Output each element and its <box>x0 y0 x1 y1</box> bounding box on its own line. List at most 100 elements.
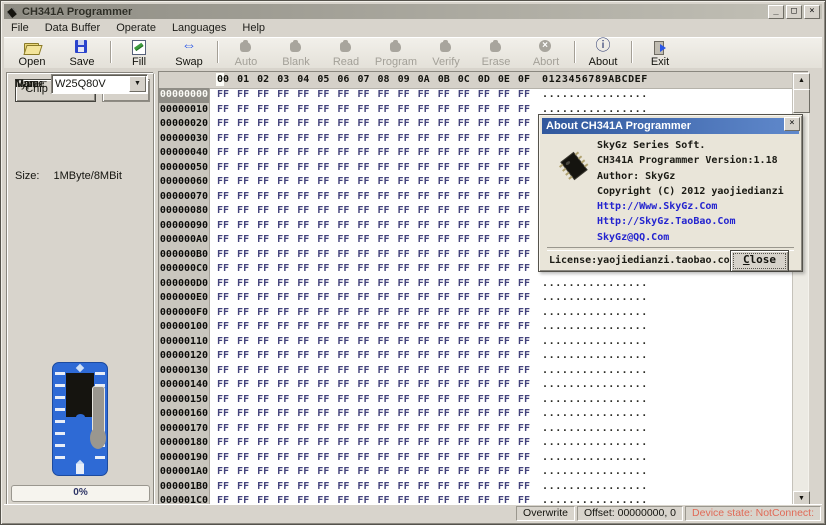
row-bytes[interactable]: FF FF FF FF FF FF FF FF FF FF FF FF FF F… <box>217 306 530 321</box>
row-bytes[interactable]: FF FF FF FF FF FF FF FF FF FF FF FF FF F… <box>217 407 530 422</box>
row-bytes[interactable]: FF FF FF FF FF FF FF FF FF FF FF FF FF F… <box>217 422 530 437</box>
chevron-down-icon[interactable]: ▼ <box>129 76 146 92</box>
hex-row[interactable]: 00000130 FF FF FF FF FF FF FF FF FF FF F… <box>159 364 792 379</box>
row-ascii[interactable]: ................ <box>542 407 648 422</box>
row-bytes[interactable]: FF FF FF FF FF FF FF FF FF FF FF FF FF F… <box>217 436 530 451</box>
row-address: 00000090 <box>159 219 209 234</box>
row-bytes[interactable]: FF FF FF FF FF FF FF FF FF FF FF FF FF F… <box>217 132 530 147</box>
toolbar-button-label: Read <box>333 56 359 68</box>
row-ascii[interactable]: ................ <box>542 480 648 495</box>
menu-item[interactable]: Data Buffer <box>37 21 108 35</box>
menu-item[interactable]: Languages <box>164 21 234 35</box>
row-ascii[interactable]: ................ <box>542 291 648 306</box>
toolbar-button[interactable]: Open <box>7 38 57 68</box>
title-bar[interactable]: CH341A Programmer _ □ × <box>4 4 822 19</box>
row-bytes[interactable]: FF FF FF FF FF FF FF FF FF FF FF FF FF F… <box>217 335 530 350</box>
hex-row[interactable]: 00000190 FF FF FF FF FF FF FF FF FF FF F… <box>159 451 792 466</box>
toolbar-button[interactable]: Abort <box>521 38 571 68</box>
row-address: 00000010 <box>159 103 209 118</box>
toolbar-button[interactable]: Fill <box>114 38 164 68</box>
hex-row[interactable]: 000000E0 FF FF FF FF FF FF FF FF FF FF F… <box>159 291 792 306</box>
toolbar-button[interactable]: Read <box>321 38 371 68</box>
row-bytes[interactable]: FF FF FF FF FF FF FF FF FF FF FF FF FF F… <box>217 291 530 306</box>
row-ascii[interactable]: ................ <box>542 393 648 408</box>
row-bytes[interactable]: FF FF FF FF FF FF FF FF FF FF FF FF FF F… <box>217 161 530 176</box>
dialog-close-button[interactable]: Close <box>730 250 789 272</box>
row-bytes[interactable]: FF FF FF FF FF FF FF FF FF FF FF FF FF F… <box>217 393 530 408</box>
toolbar-button[interactable]: ⇔ Swap <box>164 38 214 68</box>
hex-row[interactable]: 00000120 FF FF FF FF FF FF FF FF FF FF F… <box>159 349 792 364</box>
toolbar-button[interactable]: Erase <box>471 38 521 68</box>
row-ascii[interactable]: ................ <box>542 349 648 364</box>
row-bytes[interactable]: FF FF FF FF FF FF FF FF FF FF FF FF FF F… <box>217 465 530 480</box>
hex-row[interactable]: 000001A0 FF FF FF FF FF FF FF FF FF FF F… <box>159 465 792 480</box>
row-bytes[interactable]: FF FF FF FF FF FF FF FF FF FF FF FF FF F… <box>217 320 530 335</box>
row-bytes[interactable]: FF FF FF FF FF FF FF FF FF FF FF FF FF F… <box>217 204 530 219</box>
toolbar-button[interactable]: Blank <box>271 38 321 68</box>
row-ascii[interactable]: ................ <box>542 88 648 103</box>
row-bytes[interactable]: FF FF FF FF FF FF FF FF FF FF FF FF FF F… <box>217 88 530 103</box>
close-button[interactable]: × <box>804 5 820 19</box>
hex-row[interactable]: 000001B0 FF FF FF FF FF FF FF FF FF FF F… <box>159 480 792 495</box>
dialog-close-icon[interactable]: × <box>784 117 800 131</box>
row-ascii[interactable]: ................ <box>542 436 648 451</box>
toolbar-button[interactable]: ⓘ About <box>578 38 628 68</box>
scrollbar-thumb[interactable] <box>793 89 810 113</box>
row-bytes[interactable]: FF FF FF FF FF FF FF FF FF FF FF FF FF F… <box>217 117 530 132</box>
row-bytes[interactable]: FF FF FF FF FF FF FF FF FF FF FF FF FF F… <box>217 378 530 393</box>
row-ascii[interactable]: ................ <box>542 465 648 480</box>
row-bytes[interactable]: FF FF FF FF FF FF FF FF FF FF FF FF FF F… <box>217 451 530 466</box>
hex-row[interactable]: 00000180 FF FF FF FF FF FF FF FF FF FF F… <box>159 436 792 451</box>
row-bytes[interactable]: FF FF FF FF FF FF FF FF FF FF FF FF FF F… <box>217 146 530 161</box>
hex-row[interactable]: 000000D0 FF FF FF FF FF FF FF FF FF FF F… <box>159 277 792 292</box>
hex-row[interactable]: 00000170 FF FF FF FF FF FF FF FF FF FF F… <box>159 422 792 437</box>
blob-icon <box>387 39 405 55</box>
combo-box[interactable]: W25Q80V ▼ <box>51 74 148 94</box>
row-ascii[interactable]: ................ <box>542 277 648 292</box>
row-ascii[interactable]: ................ <box>542 451 648 466</box>
window-title: CH341A Programmer <box>22 6 132 18</box>
row-bytes[interactable]: FF FF FF FF FF FF FF FF FF FF FF FF FF F… <box>217 190 530 205</box>
row-bytes[interactable]: FF FF FF FF FF FF FF FF FF FF FF FF FF F… <box>217 233 530 248</box>
toolbar-button[interactable]: Auto <box>221 38 271 68</box>
row-bytes[interactable]: FF FF FF FF FF FF FF FF FF FF FF FF FF F… <box>217 480 530 495</box>
toolbar-button[interactable]: Program <box>371 38 421 68</box>
toolbar-button-label: Save <box>69 56 94 68</box>
minimize-button[interactable]: _ <box>768 5 784 19</box>
scroll-up-icon[interactable]: ▲ <box>793 73 810 90</box>
hex-row[interactable]: 00000100 FF FF FF FF FF FF FF FF FF FF F… <box>159 320 792 335</box>
row-bytes[interactable]: FF FF FF FF FF FF FF FF FF FF FF FF FF F… <box>217 364 530 379</box>
row-ascii[interactable]: ................ <box>542 320 648 335</box>
row-bytes[interactable]: FF FF FF FF FF FF FF FF FF FF FF FF FF F… <box>217 175 530 190</box>
menu-item[interactable]: Help <box>234 21 273 35</box>
hex-row[interactable]: 00000150 FF FF FF FF FF FF FF FF FF FF F… <box>159 393 792 408</box>
maximize-button[interactable]: □ <box>786 5 802 19</box>
row-bytes[interactable]: FF FF FF FF FF FF FF FF FF FF FF FF FF F… <box>217 103 530 118</box>
row-bytes[interactable]: FF FF FF FF FF FF FF FF FF FF FF FF FF F… <box>217 277 530 292</box>
hex-row[interactable]: 00000140 FF FF FF FF FF FF FF FF FF FF F… <box>159 378 792 393</box>
row-ascii[interactable]: ................ <box>542 378 648 393</box>
toolbar-button <box>571 38 578 68</box>
dialog-title-bar[interactable]: About CH341A Programmer <box>542 118 799 134</box>
row-bytes[interactable]: FF FF FF FF FF FF FF FF FF FF FF FF FF F… <box>217 219 530 234</box>
toolbar-button[interactable]: Save <box>57 38 107 68</box>
row-bytes[interactable]: FF FF FF FF FF FF FF FF FF FF FF FF FF F… <box>217 248 530 263</box>
hex-row[interactable]: 000000F0 FF FF FF FF FF FF FF FF FF FF F… <box>159 306 792 321</box>
toolbar-button[interactable]: Exit <box>635 38 685 68</box>
hex-row[interactable]: 00000160 FF FF FF FF FF FF FF FF FF FF F… <box>159 407 792 422</box>
hex-row[interactable]: 00000110 FF FF FF FF FF FF FF FF FF FF F… <box>159 335 792 350</box>
size-label: Size: <box>15 170 39 182</box>
menu-item[interactable]: Operate <box>108 21 164 35</box>
menu-item[interactable]: File <box>4 21 37 35</box>
chip-panel: Chip Search Detect Type: 25 SPI FLASH ▼ … <box>7 73 154 506</box>
row-bytes[interactable]: FF FF FF FF FF FF FF FF FF FF FF FF FF F… <box>217 349 530 364</box>
row-ascii[interactable]: ................ <box>542 335 648 350</box>
row-ascii[interactable]: ................ <box>542 306 648 321</box>
row-ascii[interactable]: ................ <box>542 364 648 379</box>
row-ascii[interactable]: ................ <box>542 422 648 437</box>
row-bytes[interactable]: FF FF FF FF FF FF FF FF FF FF FF FF FF F… <box>217 262 530 277</box>
toolbar-button[interactable]: Verify <box>421 38 471 68</box>
dialog-body: SkyGz Series Soft. CH341A Programmer Ver… <box>542 134 799 268</box>
hex-row[interactable]: 00000000 FF FF FF FF FF FF FF FF FF FF F… <box>159 88 792 103</box>
ascii-column-header: 0123456789ABCDEF <box>542 74 648 85</box>
